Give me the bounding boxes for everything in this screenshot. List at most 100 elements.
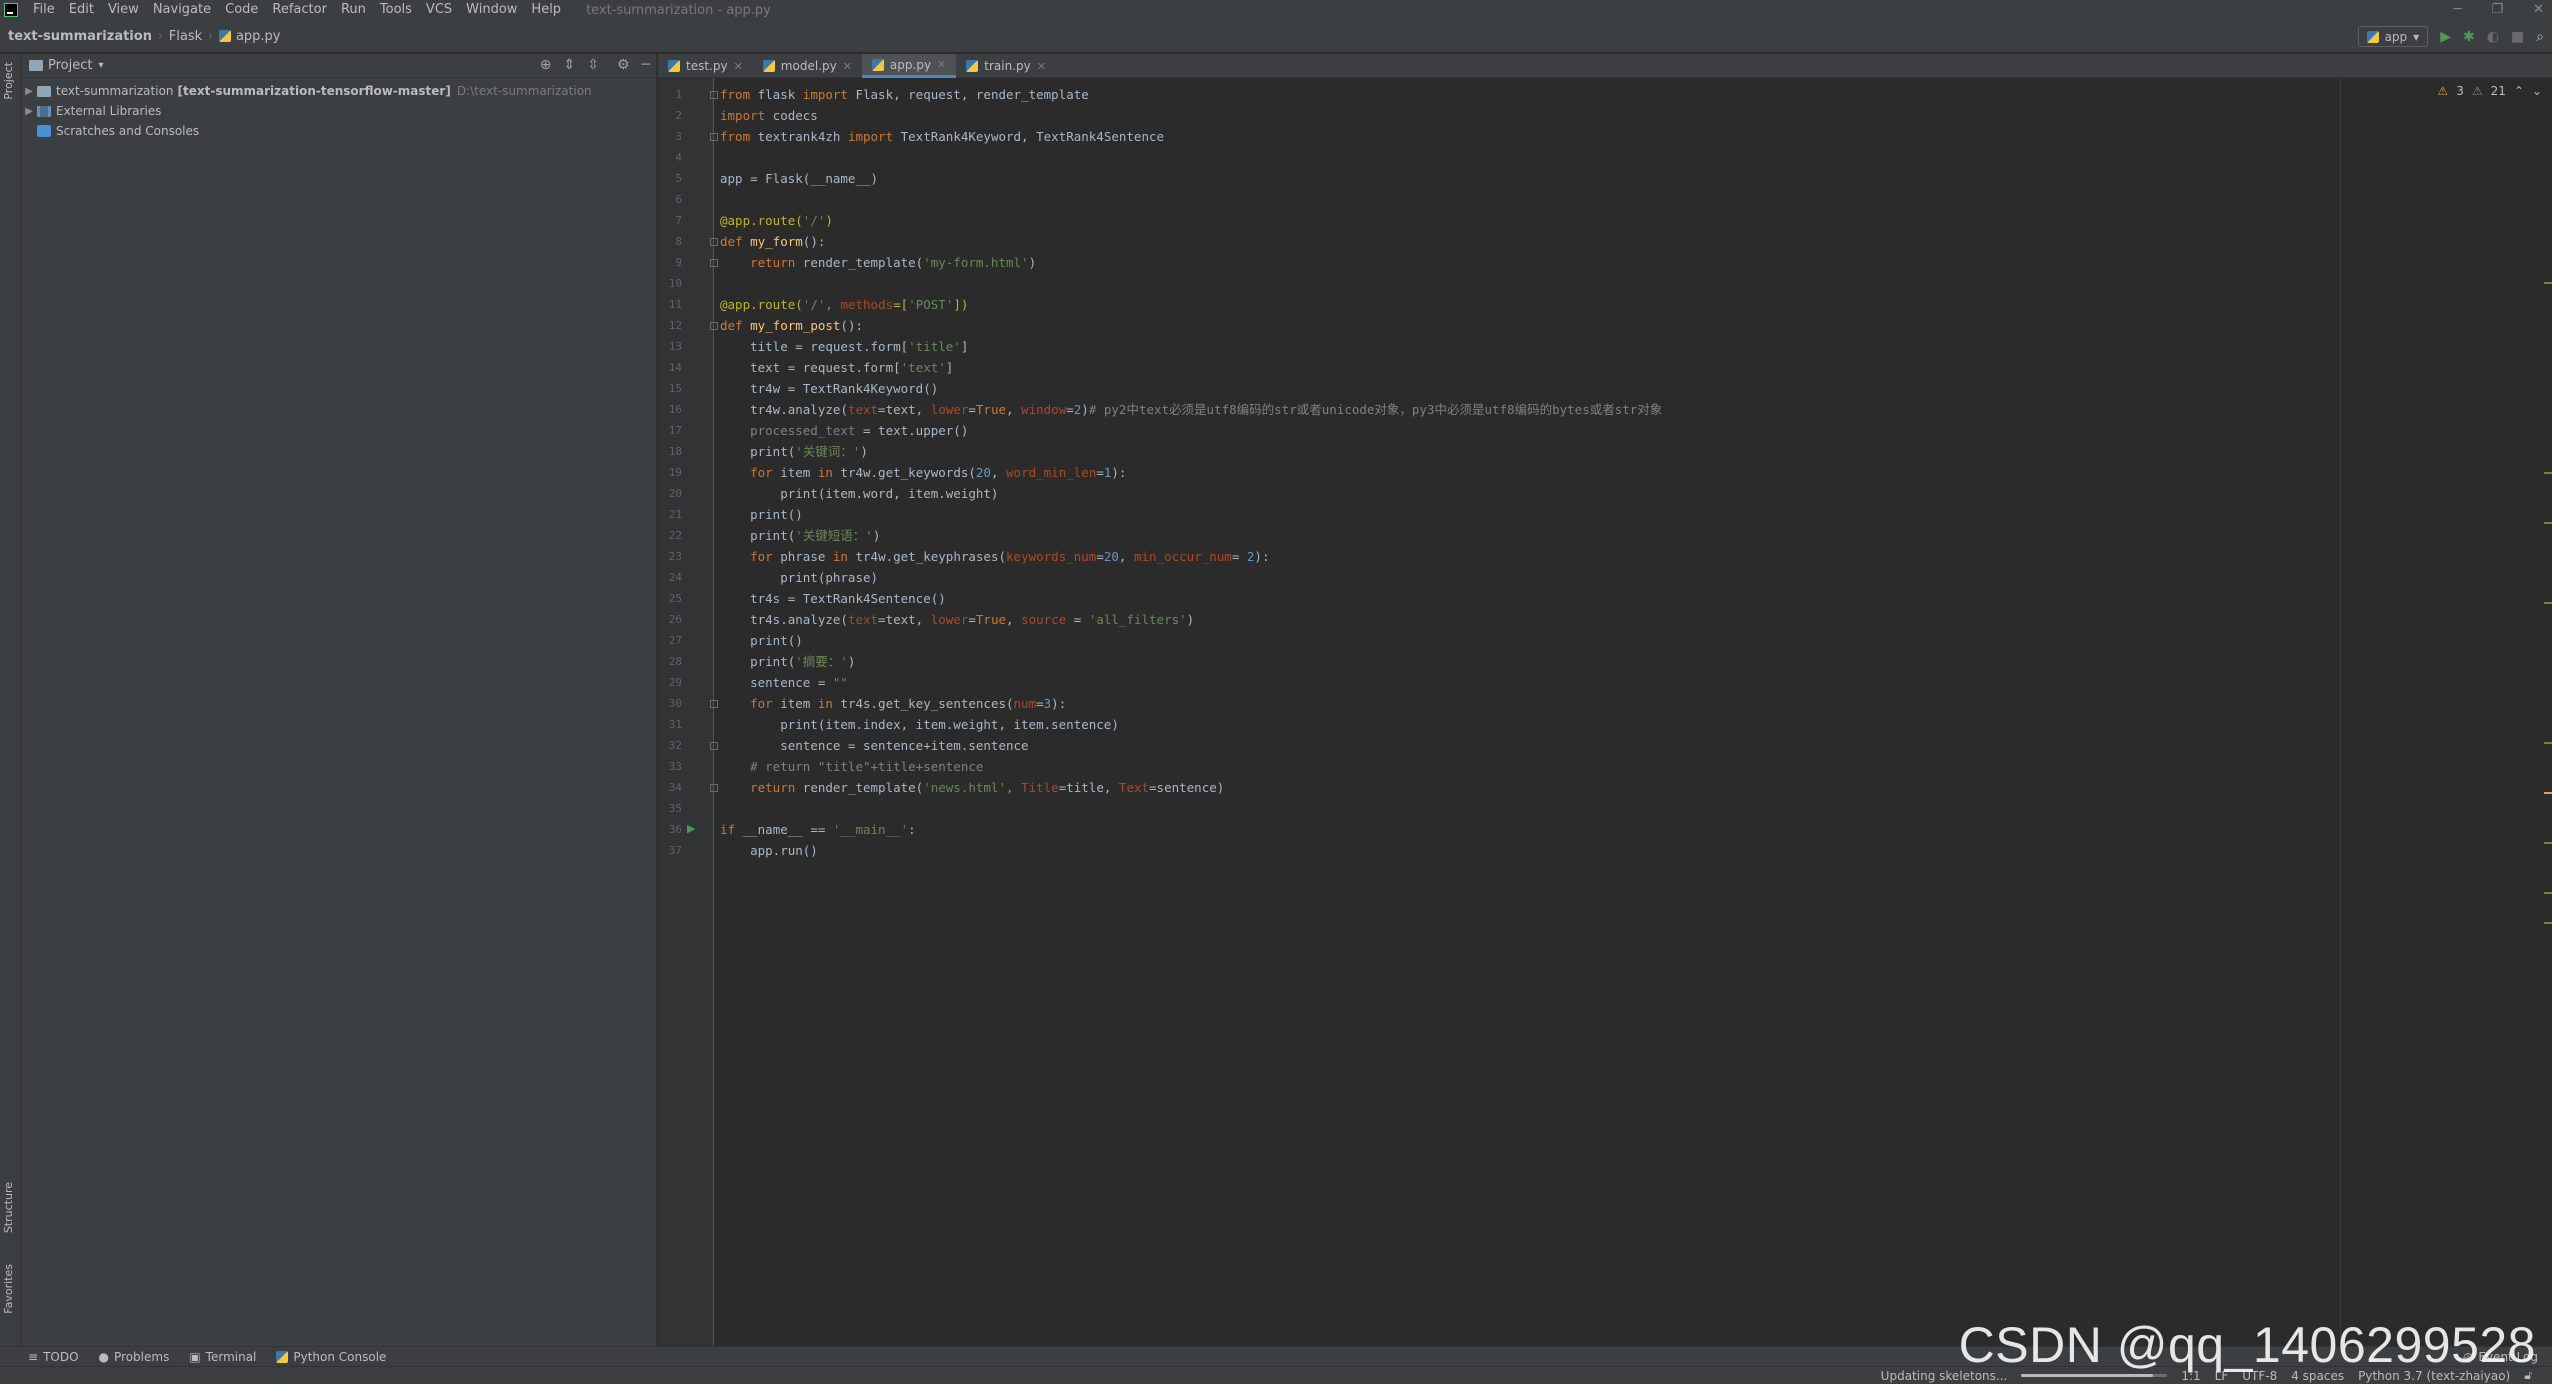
line-number[interactable]: 28	[658, 655, 682, 668]
line-number[interactable]: 2	[658, 109, 682, 122]
code-line[interactable]: tr4w.analyze(text=text, lower=True, wind…	[720, 399, 1662, 420]
tab-test-py[interactable]: test.py ✕	[658, 54, 753, 78]
menu-file[interactable]: File	[26, 0, 62, 20]
hide-panel-icon[interactable]: ─	[642, 57, 650, 73]
debug-icon[interactable]: ✱	[2463, 27, 2475, 47]
fold-marker-icon[interactable]	[710, 322, 718, 330]
code-editor[interactable]: from flask import Flask, request, render…	[720, 78, 2490, 1346]
chevron-right-icon[interactable]: ▶	[21, 106, 37, 117]
project-view-select[interactable]: Project	[48, 58, 92, 73]
line-number[interactable]: 10	[658, 277, 682, 290]
menu-help[interactable]: Help	[524, 0, 568, 20]
gear-icon[interactable]: ⚙	[617, 57, 630, 73]
menu-run[interactable]: Run	[334, 0, 373, 20]
chevron-down-icon[interactable]: ▾	[98, 60, 103, 71]
menu-vcs[interactable]: VCS	[419, 0, 459, 20]
line-number[interactable]: 32	[658, 739, 682, 752]
close-icon[interactable]: ✕	[1037, 60, 1046, 73]
line-number[interactable]: 5	[658, 172, 682, 185]
stop-icon[interactable]: ■	[2511, 27, 2524, 47]
tree-item-scratches[interactable]: Scratches and Consoles	[21, 121, 656, 141]
line-number[interactable]: 8	[658, 235, 682, 248]
line-number[interactable]: 30	[658, 697, 682, 710]
restore-icon[interactable]: ❐	[2491, 0, 2503, 20]
line-number[interactable]: 33	[658, 760, 682, 773]
code-line[interactable]: if __name__ == '__main__':	[720, 819, 916, 840]
chevron-up-icon[interactable]: ⌃	[2514, 84, 2524, 98]
line-number[interactable]: 37	[658, 844, 682, 857]
chevron-right-icon[interactable]: ▶	[21, 86, 37, 97]
warning-stripe-mark[interactable]	[2544, 742, 2552, 744]
line-number[interactable]: 24	[658, 571, 682, 584]
code-line[interactable]: print('摘要：')	[720, 651, 855, 672]
code-line[interactable]: app.run()	[720, 840, 818, 861]
tool-tab-favorites[interactable]: Favorites	[2, 1264, 15, 1314]
collapse-all-icon[interactable]: ⇳	[587, 57, 599, 73]
line-number[interactable]: 17	[658, 424, 682, 437]
warning-stripe-mark[interactable]	[2544, 922, 2552, 924]
line-number[interactable]: 14	[658, 361, 682, 374]
line-number[interactable]: 11	[658, 298, 682, 311]
code-line[interactable]: print()	[720, 630, 803, 651]
minimize-icon[interactable]: ─	[2454, 0, 2462, 20]
tab-model-py[interactable]: model.py ✕	[753, 54, 862, 78]
line-number[interactable]: 35	[658, 802, 682, 815]
code-line[interactable]: sentence = ""	[720, 672, 848, 693]
warning-stripe-mark[interactable]	[2544, 602, 2552, 604]
inspection-widget[interactable]: ⚠ 3 ⚠ 21 ⌃ ⌄	[2437, 84, 2542, 98]
python-console-tool-button[interactable]: Python Console	[276, 1350, 386, 1364]
line-number[interactable]: 6	[658, 193, 682, 206]
code-line[interactable]: tr4w = TextRank4Keyword()	[720, 378, 938, 399]
warning-stripe-mark[interactable]	[2544, 792, 2552, 794]
code-line[interactable]: for item in tr4s.get_key_sentences(num=3…	[720, 693, 1066, 714]
line-number[interactable]: 26	[658, 613, 682, 626]
menu-refactor[interactable]: Refactor	[265, 0, 334, 20]
menu-view[interactable]: View	[101, 0, 146, 20]
menu-edit[interactable]: Edit	[62, 0, 101, 20]
fold-marker-icon[interactable]	[710, 742, 718, 750]
fold-marker-icon[interactable]	[710, 133, 718, 141]
code-line[interactable]: @app.route('/')	[720, 210, 833, 231]
fold-marker-icon[interactable]	[710, 700, 718, 708]
line-number[interactable]: 25	[658, 592, 682, 605]
code-line[interactable]: return render_template('my-form.html')	[720, 252, 1036, 273]
expand-all-icon[interactable]: ⇕	[564, 57, 576, 73]
line-number-gutter[interactable]: 1 2 3 4 5 6 7 8 9 10 11 12 13 14 15 16 17 18 19 20 21 22 23 24 2…	[658, 78, 718, 1346]
menu-navigate[interactable]: Navigate	[146, 0, 218, 20]
line-number[interactable]: 31	[658, 718, 682, 731]
line-number[interactable]: 3	[658, 130, 682, 143]
problems-tool-button[interactable]: ● Problems	[99, 1350, 170, 1364]
code-line[interactable]: @app.route('/', methods=['POST'])	[720, 294, 968, 315]
breadcrumb-folder[interactable]: Flask	[169, 29, 202, 44]
code-line[interactable]: sentence = sentence+item.sentence	[720, 735, 1028, 756]
line-number[interactable]: 15	[658, 382, 682, 395]
terminal-tool-button[interactable]: ▣ Terminal	[189, 1350, 256, 1364]
code-line[interactable]: processed_text = text.upper()	[720, 420, 968, 441]
code-line[interactable]: title = request.form['title']	[720, 336, 968, 357]
locate-file-icon[interactable]: ⊕	[540, 57, 552, 73]
code-line[interactable]: return render_template('news.html', Titl…	[720, 777, 1224, 798]
todo-tool-button[interactable]: ≡ TODO	[28, 1350, 79, 1364]
menu-code[interactable]: Code	[218, 0, 265, 20]
chevron-down-icon[interactable]: ⌄	[2532, 84, 2542, 98]
run-gutter-icon[interactable]: ▶	[687, 822, 695, 835]
line-number[interactable]: 22	[658, 529, 682, 542]
tab-train-py[interactable]: train.py ✕	[956, 54, 1056, 78]
line-number[interactable]: 1	[658, 88, 682, 101]
line-number[interactable]: 18	[658, 445, 682, 458]
menu-window[interactable]: Window	[459, 0, 524, 20]
line-number[interactable]: 21	[658, 508, 682, 521]
code-line[interactable]: print(item.index, item.weight, item.sent…	[720, 714, 1119, 735]
coverage-icon[interactable]: ◐	[2487, 27, 2499, 47]
breadcrumb-file[interactable]: app.py	[236, 29, 281, 44]
fold-marker-icon[interactable]	[710, 784, 718, 792]
code-line[interactable]: print('关键短语：')	[720, 525, 880, 546]
tool-tab-project[interactable]: Project	[2, 62, 15, 100]
run-icon[interactable]: ▶	[2440, 27, 2451, 47]
warning-stripe-mark[interactable]	[2544, 842, 2552, 844]
code-line[interactable]: print(item.word, item.weight)	[720, 483, 998, 504]
line-number[interactable]: 20	[658, 487, 682, 500]
fold-marker-icon[interactable]	[710, 238, 718, 246]
search-icon[interactable]: ⌕	[2536, 27, 2544, 47]
close-icon[interactable]: ✕	[734, 60, 743, 73]
